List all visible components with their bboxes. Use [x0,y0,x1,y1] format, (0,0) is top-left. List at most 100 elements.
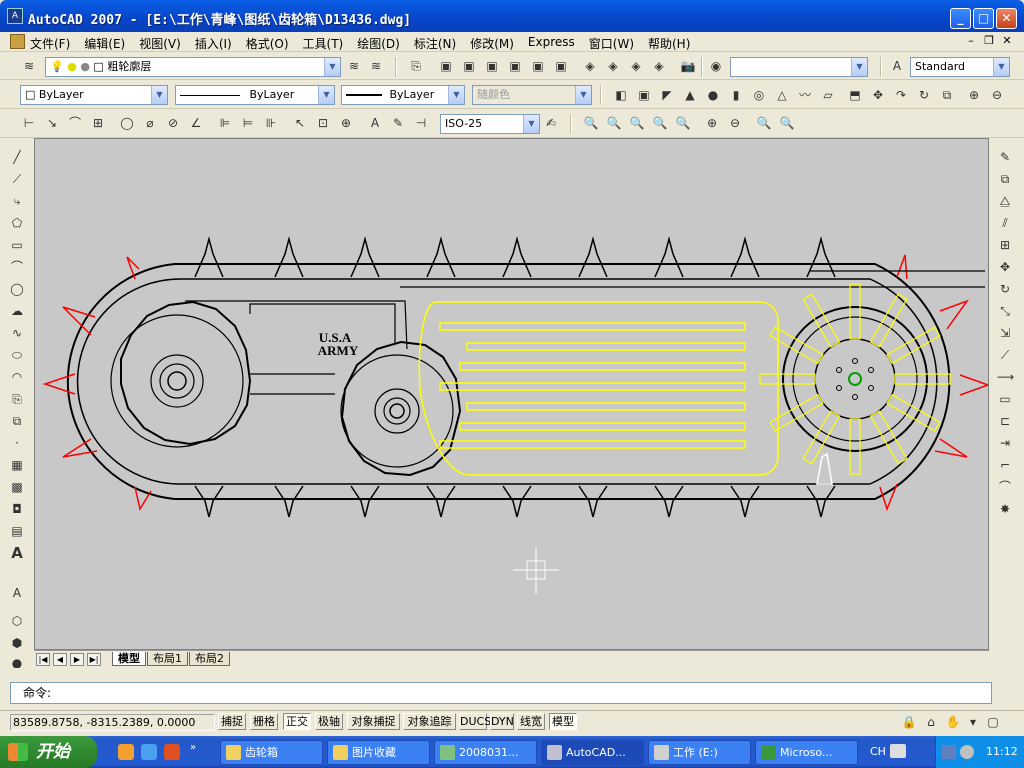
sw-iso-icon[interactable]: ◈ [581,57,599,75]
stretch-icon[interactable]: ⇲ [996,324,1014,342]
circle-icon[interactable]: ◯ [8,280,26,298]
comm-center-icon[interactable]: ⌂ [922,713,940,731]
chevron-down-icon[interactable]: ▼ [851,58,867,76]
doc-close-button[interactable]: ✕ [998,34,1016,47]
baseline-dim-icon[interactable]: ⊨ [239,114,257,132]
front-view-icon[interactable]: ▣ [529,57,547,75]
box-icon[interactable]: ▣ [635,86,653,104]
lineweight-toggle[interactable]: 线宽 [517,713,545,730]
ie-icon[interactable] [141,744,157,760]
continue-dim-icon[interactable]: ⊪ [262,114,280,132]
document-icon[interactable] [10,34,25,49]
mirror-icon[interactable]: ⧋ [996,192,1014,210]
presspull-icon[interactable]: ✥ [869,86,887,104]
drawing-canvas[interactable]: U.S.A ARMY [34,138,989,650]
text-style-combo[interactable]: Standard ▼ [910,57,1010,77]
menu-dimension[interactable]: 标注(N) [414,35,456,52]
scale-icon[interactable]: ⤡ [996,302,1014,320]
cone-icon[interactable]: ▲ [681,86,699,104]
menu-file[interactable]: 文件(F) [30,35,70,52]
tolerance-icon[interactable]: ⊡ [314,114,332,132]
dim-edit-icon[interactable]: A [366,114,384,132]
zoom-dynamic-icon[interactable]: 🔍 [605,114,623,132]
erase-icon[interactable]: ✎ [996,148,1014,166]
firefox-icon[interactable] [118,744,134,760]
quicklaunch-app-icon[interactable] [164,744,180,760]
menu-edit[interactable]: 编辑(E) [84,35,125,52]
task-excel[interactable]: Microso... [755,740,858,765]
zoom-extents-icon[interactable]: 🔍 [778,114,796,132]
task-picture-folder[interactable]: 图片收藏 [327,740,430,765]
menu-modify[interactable]: 修改(M) [470,35,514,52]
hatch-icon[interactable]: ▦ [8,456,26,474]
menu-draw[interactable]: 绘图(D) [357,35,400,52]
linetype-combo[interactable]: ByLayer ▼ [175,85,335,105]
named-views-icon[interactable]: ◉ [707,57,725,75]
wedge-icon[interactable]: ◤ [658,86,676,104]
back-view-icon[interactable]: ▣ [552,57,570,75]
linear-dim-icon[interactable]: ⊢ [20,114,38,132]
array-icon[interactable]: ⊞ [996,236,1014,254]
right-view-icon[interactable]: ▣ [506,57,524,75]
menu-express[interactable]: Express [528,35,575,52]
fillet-icon[interactable]: ⌒ [996,478,1014,496]
chevron-down-icon[interactable]: ▼ [318,86,334,104]
extend-icon[interactable]: ⟶ [996,368,1014,386]
task-gearbox-folder[interactable]: 齿轮箱 [220,740,323,765]
arc-icon[interactable]: ⌒ [8,258,26,276]
chamfer-icon[interactable]: ⌐ [996,456,1014,474]
zoom-center-icon[interactable]: 🔍 [651,114,669,132]
ordinate-dim-icon[interactable]: ⊞ [89,114,107,132]
text-icon[interactable]: A [8,584,26,602]
rectangle-icon[interactable]: ▭ [8,236,26,254]
revision-cloud-icon[interactable]: ☁ [8,302,26,320]
extrude-icon[interactable]: ⬒ [846,86,864,104]
angular-dim-icon[interactable]: ∠ [187,114,205,132]
pyramid-icon[interactable]: △ [773,86,791,104]
model-toggle[interactable]: 模型 [549,713,577,730]
region-icon[interactable]: ◘ [8,500,26,518]
subtract-icon[interactable]: ⊖ [988,86,1006,104]
autocad-app-icon[interactable]: A [7,8,23,24]
menu-window[interactable]: 窗口(W) [589,35,634,52]
lineweight-combo[interactable]: ByLayer ▼ [341,85,465,105]
multiline-text-icon[interactable]: A [8,544,26,562]
menu-view[interactable]: 视图(V) [139,35,181,52]
task-work-drive[interactable]: 工作 (E:) [648,740,751,765]
loft-icon[interactable]: ⧉ [938,86,956,104]
maximize-button[interactable]: □ [973,8,994,29]
planar-surface-icon[interactable]: ▱ [819,86,837,104]
move-icon[interactable]: ✥ [996,258,1014,276]
status-menu-icon[interactable]: ▾ [964,713,982,731]
dim-text-edit-icon[interactable]: ✎ [389,114,407,132]
copy-icon[interactable]: ⧉ [996,170,1014,188]
zoom-out-icon[interactable]: ⊖ [726,114,744,132]
offset-icon[interactable]: ⫽ [996,214,1014,232]
bottom-view-icon[interactable]: ▣ [460,57,478,75]
menu-format[interactable]: 格式(O) [246,35,289,52]
language-indicator[interactable]: CH [870,745,886,758]
chevron-down-icon[interactable]: ▼ [448,86,464,104]
minimize-button[interactable]: _ [950,8,971,29]
gradient-icon[interactable]: ▩ [8,478,26,496]
union-icon[interactable]: ⊕ [965,86,983,104]
radius-dim-icon[interactable]: ◯ [118,114,136,132]
rotate-icon[interactable]: ↻ [996,280,1014,298]
chevron-right-icon[interactable]: » [190,742,206,758]
solid-3d-icon[interactable]: ⬢ [8,634,26,652]
break-at-point-icon[interactable]: ▭ [996,390,1014,408]
join-icon[interactable]: ⇥ [996,434,1014,452]
dim-update-icon[interactable]: ⊣ [412,114,430,132]
tab-model[interactable]: 模型 [112,652,146,666]
menu-help[interactable]: 帮助(H) [648,35,690,52]
dim-style-combo[interactable]: ISO-25 ▼ [440,114,540,134]
quick-dim-icon[interactable]: ⊫ [216,114,234,132]
chevron-down-icon[interactable]: ▼ [324,58,340,76]
ducs-toggle[interactable]: DUCS [459,713,491,730]
snap-toggle[interactable]: 捕捉 [218,713,246,730]
top-view-icon[interactable]: ▣ [437,57,455,75]
clean-screen-icon[interactable]: ▢ [984,713,1002,731]
se-iso-icon[interactable]: ◈ [604,57,622,75]
task-autocad[interactable]: AutoCAD... [541,740,644,765]
chevron-down-icon[interactable]: ▼ [993,58,1009,76]
